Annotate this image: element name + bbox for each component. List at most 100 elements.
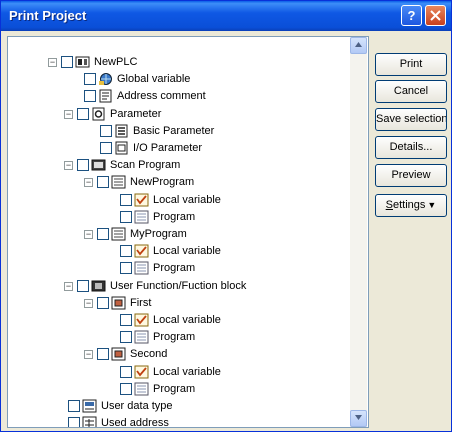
tree-item[interactable]: Used address (68, 415, 169, 427)
tree-item-checkbox[interactable] (120, 245, 132, 257)
tree-item[interactable]: Program (120, 381, 195, 397)
tree-item[interactable]: Local variable (120, 243, 221, 259)
tree-item[interactable]: User data type (68, 398, 173, 414)
preview-button[interactable]: Preview (375, 164, 447, 187)
program-icon (134, 382, 150, 396)
collapse-toggle[interactable]: − (64, 160, 73, 170)
cancel-button[interactable]: Cancel (375, 80, 447, 103)
tree-item[interactable]: Basic Parameter (100, 123, 214, 139)
tree-item-checkbox[interactable] (120, 211, 132, 223)
function-block-icon (111, 347, 127, 361)
tree-item-checkbox[interactable] (120, 314, 132, 326)
tree-item-checkbox[interactable] (84, 90, 96, 102)
tree-item[interactable]: Program (120, 329, 195, 345)
tree-item[interactable]: Program (120, 260, 195, 276)
tree-item[interactable]: Local variable (120, 364, 221, 380)
collapse-toggle[interactable]: − (64, 109, 73, 119)
title-bar[interactable]: Print Project ? (1, 1, 451, 31)
save-selection-button[interactable]: Save selection (375, 108, 447, 131)
plc-icon (75, 55, 91, 69)
window-title: Print Project (9, 8, 87, 23)
tree-item-label: Program (153, 262, 196, 274)
tree-item[interactable]: Program (120, 209, 195, 225)
collapse-toggle[interactable]: − (84, 229, 93, 239)
project-tree[interactable]: − NewPLC Global variable Address comment − Pa… (7, 36, 369, 428)
tree-item-checkbox[interactable] (100, 125, 112, 137)
tree-item-checkbox[interactable] (120, 194, 132, 206)
global-variable-icon (98, 72, 114, 86)
tree-item-label: Local variable (153, 245, 221, 257)
settings-button[interactable]: Settings ▼ (375, 194, 447, 217)
user-function-icon (91, 279, 107, 293)
tree-item-checkbox[interactable] (77, 159, 89, 171)
tree-item[interactable]: − Scan Program (64, 157, 180, 173)
tree-item-checkbox[interactable] (97, 348, 109, 360)
help-button[interactable]: ? (401, 5, 422, 26)
local-variable-icon (134, 193, 150, 207)
tree-item[interactable]: Global variable (84, 71, 190, 87)
tree-item-checkbox[interactable] (61, 56, 73, 68)
tree-item-checkbox[interactable] (77, 280, 89, 292)
collapse-toggle[interactable]: − (64, 281, 73, 291)
scroll-down-button[interactable] (350, 410, 367, 427)
scan-program-icon (91, 158, 107, 172)
dropdown-arrow-icon: ▼ (427, 200, 437, 210)
tree-item[interactable]: I/O Parameter (100, 140, 202, 156)
vertical-scrollbar[interactable] (350, 37, 367, 427)
collapse-toggle[interactable]: − (48, 57, 57, 67)
details-button[interactable]: Details... (375, 136, 447, 159)
tree-item-checkbox[interactable] (97, 176, 109, 188)
program-folder-icon (111, 175, 127, 189)
tree-item-checkbox[interactable] (97, 297, 109, 309)
tree-item[interactable]: − User Function/Fuction block (64, 278, 246, 294)
user-data-type-icon (82, 399, 98, 413)
tree-item-label: Basic Parameter (133, 125, 215, 137)
tree-item-checkbox[interactable] (68, 400, 80, 412)
tree-item-checkbox[interactable] (120, 262, 132, 274)
print-project-dialog: Print Project ? − NewPLC Global variable Ad… (0, 0, 452, 432)
settings-accelerator: S (385, 199, 393, 211)
tree-item-label: Local variable (153, 314, 221, 326)
tree-item-checkbox[interactable] (68, 417, 80, 427)
tree-item-checkbox[interactable] (97, 228, 109, 240)
local-variable-icon (134, 365, 150, 379)
close-button[interactable] (425, 5, 446, 26)
chevron-up-icon (355, 42, 362, 47)
program-folder-icon (111, 227, 127, 241)
tree-item[interactable]: − NewPLC (48, 54, 137, 70)
tree-item-label: Global variable (117, 73, 191, 85)
tree-item-checkbox[interactable] (100, 142, 112, 154)
tree-item[interactable]: − First (84, 295, 151, 311)
tree-item-label: User data type (101, 400, 173, 412)
collapse-toggle[interactable]: − (84, 298, 93, 308)
tree-item[interactable]: Address comment (84, 88, 206, 104)
tree-item[interactable]: Local variable (120, 312, 221, 328)
tree-item-label: Local variable (153, 194, 221, 206)
tree-item-label: Address comment (117, 90, 206, 102)
tree-item-label: Local variable (153, 366, 221, 378)
tree-item-label: Program (153, 331, 196, 343)
tree-item-checkbox[interactable] (120, 383, 132, 395)
collapse-toggle[interactable]: − (84, 177, 93, 187)
scroll-up-button[interactable] (350, 37, 367, 54)
tree-item-checkbox[interactable] (84, 73, 96, 85)
tree-item[interactable]: − NewProgram (84, 174, 194, 190)
collapse-toggle[interactable]: − (84, 349, 93, 359)
io-parameter-icon (114, 141, 130, 155)
tree-item-checkbox[interactable] (120, 366, 132, 378)
tree-item[interactable]: − Parameter (64, 106, 161, 122)
tree-item-label: NewProgram (130, 176, 195, 188)
local-variable-icon (134, 244, 150, 258)
tree-item-checkbox[interactable] (77, 108, 89, 120)
tree-item[interactable]: − Second (84, 346, 167, 362)
tree-item-label: MyProgram (130, 228, 187, 240)
tree-item[interactable]: Local variable (120, 192, 221, 208)
tree-item-label: Scan Program (110, 159, 181, 171)
tree-item[interactable]: − MyProgram (84, 226, 187, 242)
parameter-icon (91, 107, 107, 121)
tree-item-label: Parameter (110, 108, 162, 120)
function-block-icon (111, 296, 127, 310)
tree-item-checkbox[interactable] (120, 331, 132, 343)
close-icon (430, 10, 441, 21)
print-button[interactable]: Print (375, 53, 447, 76)
